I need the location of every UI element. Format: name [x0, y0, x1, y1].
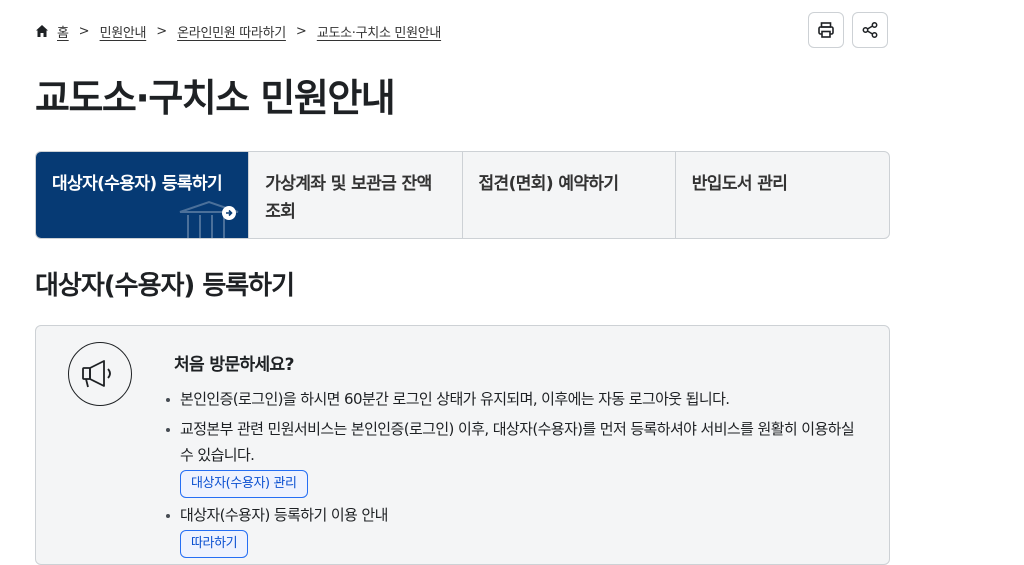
list-item: 본인인증(로그인)을 하시면 60분간 로그인 상태가 유지되며, 이후에는 자… — [164, 386, 864, 412]
list-item: 대상자(수용자) 등록하기 이용 안내 따라하기 — [164, 502, 864, 558]
arrow-right-circle-icon — [222, 206, 237, 220]
tab-label: 가상계좌 및 보관금 잔액 조회 — [265, 174, 432, 222]
notice-list: 본인인증(로그인)을 하시면 60분간 로그인 상태가 유지되며, 이후에는 자… — [164, 386, 864, 562]
breadcrumb-item-civil-guide[interactable]: 민원안내 — [100, 22, 147, 41]
tab-label: 접견(면회) 예약하기 — [478, 174, 620, 194]
tab-visit-reservation[interactable]: 접견(면회) 예약하기 — [463, 152, 676, 238]
tab-book-management[interactable]: 반입도서 관리 — [676, 152, 889, 238]
tab-virtual-account[interactable]: 가상계좌 및 보관금 잔액 조회 — [249, 152, 463, 238]
home-icon[interactable] — [35, 24, 49, 38]
megaphone-icon — [68, 342, 132, 406]
print-button[interactable] — [808, 12, 844, 48]
page-title: 교도소·구치소 민원안내 — [35, 76, 396, 120]
share-button[interactable] — [852, 12, 888, 48]
list-item: 교정본부 관련 민원서비스는 본인인증(로그인) 이후, 대상자(수용자)를 먼… — [164, 416, 864, 498]
first-visit-notice: 처음 방문하세요? 본인인증(로그인)을 하시면 60분간 로그인 상태가 유지… — [35, 325, 890, 565]
tab-register-inmate[interactable]: 대상자(수용자) 등록하기 — [36, 152, 250, 238]
share-icon — [862, 22, 878, 38]
breadcrumb-home[interactable]: 홈 — [57, 22, 69, 41]
printer-icon — [818, 22, 834, 38]
follow-guide-button[interactable]: 따라하기 — [180, 530, 249, 558]
breadcrumb: 홈 > 민원안내 > 온라인민원 따라하기 > 교도소·구치소 민원안내 — [35, 20, 441, 42]
breadcrumb-item-prison-guide[interactable]: 교도소·구치소 민원안내 — [317, 22, 442, 41]
section-title: 대상자(수용자) 등록하기 — [35, 271, 295, 301]
notice-heading: 처음 방문하세요? — [174, 355, 294, 375]
tab-label: 반입도서 관리 — [691, 174, 788, 194]
chevron-right-icon: > — [78, 23, 90, 39]
chevron-right-icon: > — [295, 23, 307, 39]
manage-inmate-button[interactable]: 대상자(수용자) 관리 — [180, 470, 308, 498]
breadcrumb-item-online-guide[interactable]: 온라인민원 따라하기 — [177, 22, 286, 41]
chevron-right-icon: > — [156, 23, 168, 39]
tab-list: 대상자(수용자) 등록하기 가상계좌 및 보관금 잔액 조회 접견(면회) 예약… — [35, 151, 890, 239]
tab-label: 대상자(수용자) 등록하기 — [52, 174, 223, 194]
